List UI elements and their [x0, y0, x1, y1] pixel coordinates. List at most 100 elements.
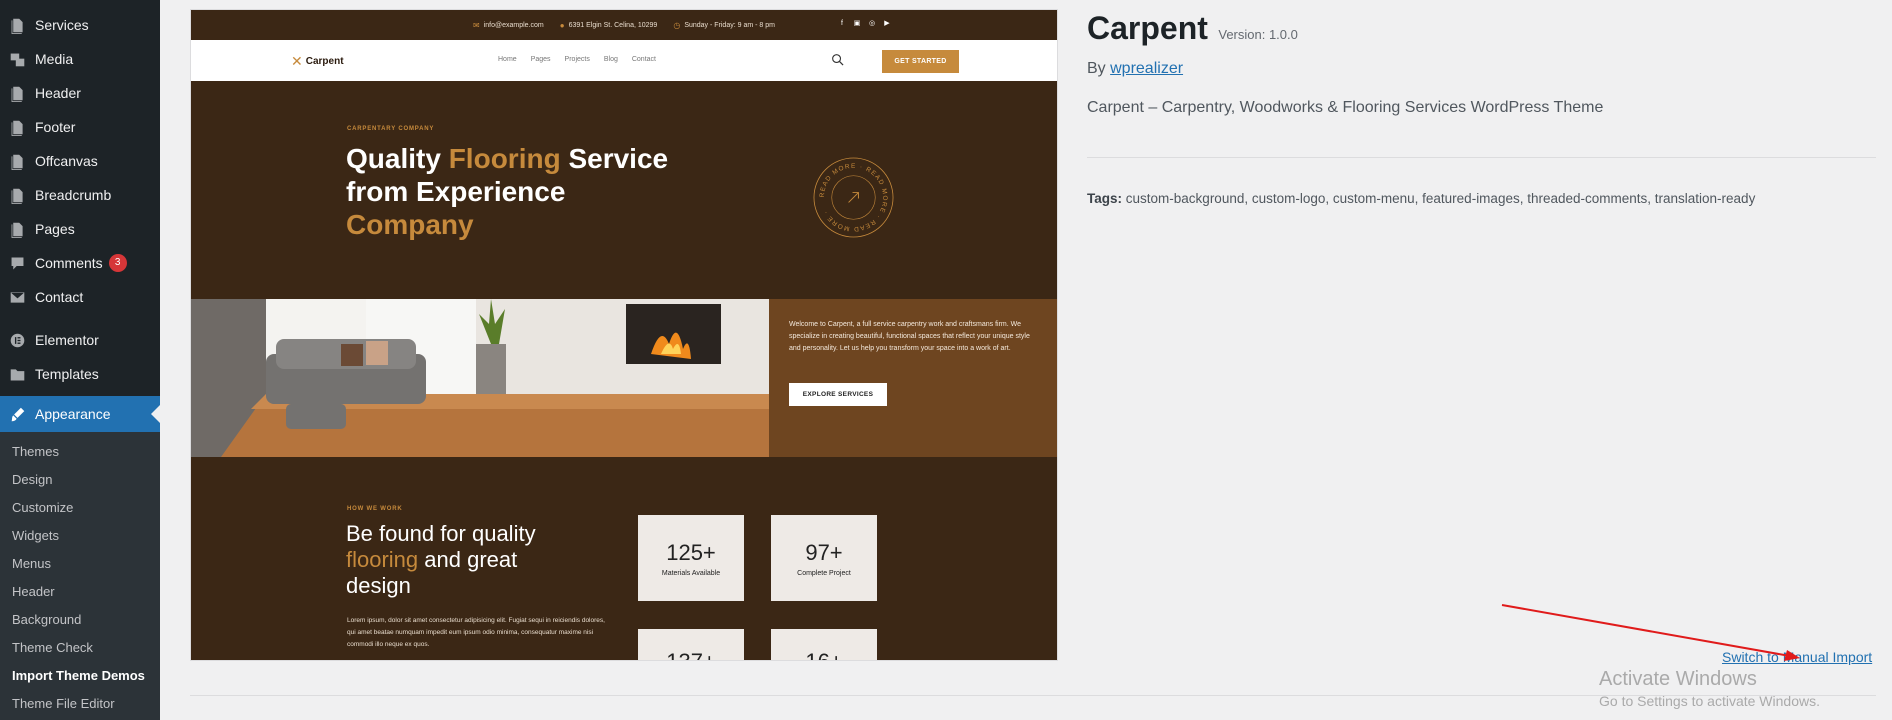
sidebar-item-label: Contact [35, 289, 84, 305]
stat-label: Complete Project [797, 569, 851, 577]
linkedin-icon: ▣ [853, 20, 861, 27]
submenu-design[interactable]: Design [0, 466, 160, 494]
stat-number: 97+ [805, 539, 843, 565]
sidebar-item-label: Pages [35, 221, 75, 237]
submenu-menus[interactable]: Menus [0, 550, 160, 578]
preview-menu-contact: Contact [631, 56, 656, 63]
sidebar-item-label: Breadcrumb [35, 187, 112, 203]
stat-number: 125+ [666, 539, 716, 565]
sidebar-item-elementor[interactable]: Elementor [0, 323, 160, 357]
page-icon [9, 119, 26, 136]
stat-label: Materials Available [661, 569, 721, 577]
instagram-icon: ◎ [868, 20, 876, 27]
sidebar-item-appearance[interactable]: Appearance [0, 396, 160, 432]
submenu-theme-file-editor[interactable]: Theme File Editor [0, 690, 160, 718]
preview-welcome-panel: Welcome to Carpent, a full service carpe… [769, 299, 1057, 457]
preview-get-started-button: GET STARTED [882, 50, 959, 73]
theme-tags: Tags: custom-background, custom-logo, cu… [1087, 191, 1755, 206]
sidebar-item-offcanvas[interactable]: Offcanvas [0, 144, 160, 178]
theme-author-link[interactable]: wprealizer [1110, 60, 1183, 77]
sidebar-separator [0, 314, 160, 323]
sidebar-item-label: Footer [35, 119, 76, 135]
headline2-part: and great [418, 547, 518, 572]
facebook-icon: f [841, 20, 843, 27]
switch-to-manual-import-link[interactable]: Switch to Manual Import [1722, 649, 1872, 665]
headline2-part: Be found for quality [346, 521, 536, 546]
headline2-part: design [346, 573, 411, 598]
preview-menu-projects: Projects [564, 56, 590, 63]
preview-menu-blog: Blog [603, 56, 618, 63]
comment-icon [9, 255, 26, 272]
preview-address: ● 6391 Elgin St. Celina, 10299 [560, 21, 658, 30]
preview-hours-text: Sunday - Friday: 9 am - 8 pm [684, 21, 775, 29]
submenu-background[interactable]: Background [0, 606, 160, 634]
preview-kicker: CARPENTARY COMPANY [347, 126, 435, 132]
sidebar-item-templates[interactable]: Templates [0, 357, 160, 391]
preview-living-room-image [191, 299, 769, 457]
sidebar-item-header[interactable]: Header [0, 76, 160, 110]
preview-hours: ◷ Sunday - Friday: 9 am - 8 pm [673, 21, 775, 30]
submenu-themes[interactable]: Themes [0, 438, 160, 466]
submenu-theme-check[interactable]: Theme Check [0, 634, 160, 662]
submenu-header[interactable]: Header [0, 578, 160, 606]
submenu-widgets[interactable]: Widgets [0, 522, 160, 550]
brush-icon [9, 406, 26, 423]
theme-author-prefix: By [1087, 60, 1111, 77]
windows-watermark-title: Activate Windows [1599, 668, 1757, 690]
preview-address-text: 6391 Elgin St. Celina, 10299 [568, 21, 658, 29]
stat-number: 137+ [666, 649, 716, 660]
sidebar-item-services[interactable]: Services [0, 8, 160, 42]
sidebar-item-media[interactable]: Media [0, 42, 160, 76]
preview-menu: Home Pages Projects Blog Contact [498, 56, 656, 63]
sidebar-item-label: Offcanvas [35, 153, 98, 169]
admin-sidebar: Services Media Header Footer Offcanvas B… [0, 0, 160, 720]
media-icon [9, 51, 26, 68]
sidebar-item-label: Header [35, 85, 81, 101]
theme-details: Carpent Version: 1.0.0 By wprealizer Car… [1087, 10, 1887, 117]
sidebar-item-breadcrumb[interactable]: Breadcrumb [0, 178, 160, 212]
headline-part: Service [560, 143, 669, 174]
preview-stat-card: 16+ [771, 629, 877, 660]
headline-part-accent: Flooring [448, 143, 561, 174]
elementor-icon [9, 332, 26, 349]
clock-icon: ◷ [673, 20, 681, 30]
theme-tags-label: Tags: [1087, 191, 1123, 206]
windows-watermark-subtitle: Go to Settings to activate Windows. [1599, 693, 1820, 709]
search-icon [832, 54, 844, 66]
sidebar-item-label: Services [35, 17, 89, 33]
stat-number: 16+ [805, 649, 842, 660]
page-icon [9, 187, 26, 204]
page-icon [9, 17, 26, 34]
sidebar-item-comments[interactable]: Comments 3 [0, 246, 160, 280]
living-room-illustration [191, 299, 769, 457]
sidebar-item-label: Templates [35, 366, 99, 382]
preview-menu-pages: Pages [530, 56, 551, 63]
sidebar-item-footer[interactable]: Footer [0, 110, 160, 144]
preview-email: ✉ info@example.com [473, 21, 544, 30]
submenu-import-theme-demos[interactable]: Import Theme Demos [0, 662, 160, 690]
headline-part: Quality [346, 143, 449, 174]
preview-nav: ✕ Carpent Home Pages Projects Blog Contac… [191, 40, 1057, 81]
sidebar-item-label: Comments [35, 255, 103, 271]
theme-description: Carpent – Carpentry, Woodworks & Floorin… [1087, 99, 1604, 116]
sidebar-item-pages[interactable]: Pages [0, 212, 160, 246]
sidebar-item-label: Media [35, 51, 74, 67]
theme-name: Carpent [1087, 10, 1208, 46]
preview-welcome-text: Welcome to Carpent, a full service carpe… [789, 321, 1030, 352]
preview-hero: CARPENTARY COMPANY Quality Flooring Serv… [191, 81, 1057, 299]
theme-title-row: Carpent Version: 1.0.0 [1087, 10, 1887, 47]
submenu-customize[interactable]: Customize [0, 494, 160, 522]
folder-icon [9, 366, 26, 383]
preview-social-links: f ▣ ◎ ▶ [838, 20, 891, 28]
theme-author: By wprealizer [1087, 60, 1887, 78]
preview-stat-card: 125+ Materials Available [638, 515, 744, 601]
preview-stat-card: 137+ [638, 629, 744, 660]
page-icon [9, 85, 26, 102]
preview-topbar: ✉ info@example.com ● 6391 Elgin St. Celina… [191, 10, 1057, 40]
preview-email-text: info@example.com [483, 21, 544, 29]
mail-icon: ✉ [473, 20, 480, 30]
theme-screenshot: ✉ info@example.com ● 6391 Elgin St. Celina… [190, 9, 1058, 661]
sidebar-item-contact[interactable]: Contact [0, 280, 160, 314]
theme-tags-list: custom-background, custom-logo, custom-m… [1125, 191, 1756, 206]
preview-lorem-text: Lorem ipsum, dolor sit amet consectetur … [347, 617, 605, 648]
